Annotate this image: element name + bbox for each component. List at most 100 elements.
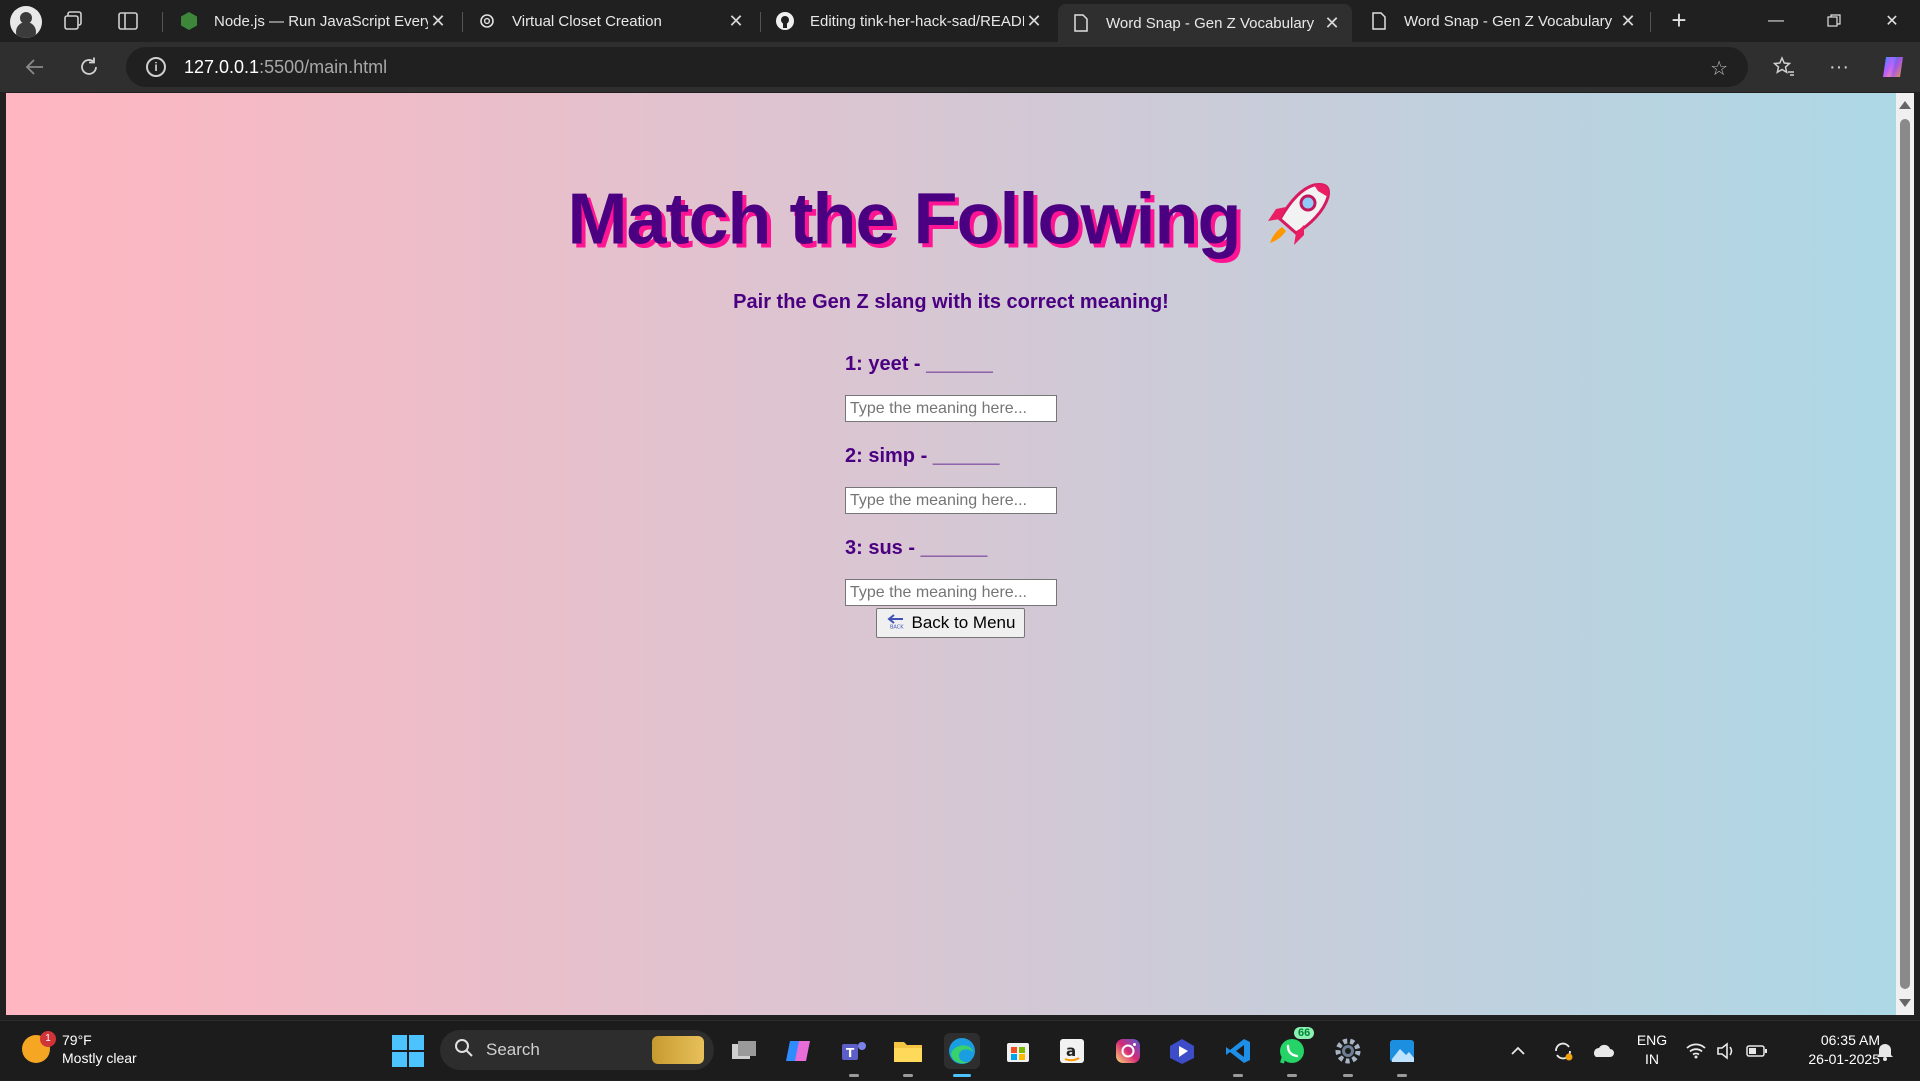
language-indicator[interactable]: ENG IN (1632, 1031, 1672, 1069)
search-icon (454, 1038, 474, 1063)
tab-title: Virtual Closet Creation (512, 12, 662, 30)
region-code: IN (1645, 1051, 1659, 1067)
photos-app-icon[interactable] (1384, 1033, 1420, 1077)
page-icon (1072, 14, 1090, 32)
question-label: 1: yeet - ______ (845, 353, 993, 375)
question-label: 2: simp - ______ (845, 445, 1000, 467)
github-icon (776, 12, 794, 30)
close-icon[interactable]: ✕ (1618, 11, 1638, 32)
windows-start-icon[interactable] (392, 1035, 424, 1067)
page-title: Match the Following (6, 177, 1896, 272)
close-icon[interactable]: ✕ (726, 11, 746, 32)
language-code: ENG (1636, 1032, 1668, 1048)
battery-icon[interactable] (1746, 1021, 1768, 1081)
weather-sun-icon: 1 (22, 1031, 56, 1063)
vscode-icon[interactable] (1220, 1033, 1256, 1077)
tab-title: Word Snap - Gen Z Vocabulary (1106, 14, 1315, 32)
address-bar[interactable]: i 127.0.0.1:5500/main.html ☆ (126, 47, 1748, 87)
tab-github-editing[interactable]: Editing tink-her-hack-sad/READM ✕ (762, 4, 1054, 38)
scroll-up-icon[interactable] (1899, 101, 1911, 109)
task-view-icon[interactable] (726, 1033, 762, 1069)
back-arrow-icon[interactable] (18, 50, 52, 84)
microsoft-store-icon[interactable] (1000, 1033, 1036, 1069)
refresh-icon[interactable] (72, 50, 106, 84)
svg-text:a: a (1066, 1042, 1076, 1060)
rocket-icon (1256, 177, 1334, 272)
new-tab-plus-icon[interactable]: + (1664, 6, 1694, 36)
answer-input-1[interactable] (845, 395, 1057, 422)
edge-browser-icon[interactable] (944, 1033, 980, 1077)
url-host: 127.0.0.1 (184, 56, 260, 77)
more-options-icon[interactable]: ··· (1822, 50, 1856, 84)
page-viewport: Match the Following Pair the Gen Z slang… (6, 93, 1896, 1015)
vertical-tabs-icon[interactable] (116, 9, 140, 33)
volume-icon[interactable] (1716, 1021, 1736, 1081)
tab-separator (760, 12, 761, 32)
instagram-icon[interactable] (1110, 1033, 1146, 1069)
site-info-icon[interactable]: i (146, 57, 166, 77)
question-label: 3: sus - ______ (845, 537, 988, 559)
copilot-icon[interactable] (1876, 50, 1910, 84)
answer-input-2[interactable] (845, 487, 1057, 514)
weather-temperature: 79°F (62, 1032, 92, 1048)
scroll-down-icon[interactable] (1899, 999, 1911, 1007)
tab-virtual-closet[interactable]: Virtual Closet Creation ✕ (464, 4, 756, 38)
search-highlight-image (652, 1036, 704, 1064)
tab-word-snap[interactable]: Word Snap - Gen Z Vocabulary ✕ (1356, 4, 1648, 38)
tab-separator (162, 12, 163, 32)
weather-description: Mostly clear (62, 1050, 137, 1066)
workspaces-icon[interactable] (62, 9, 86, 33)
search-placeholder: Search (486, 1040, 540, 1059)
close-icon[interactable]: ✕ (1322, 13, 1342, 34)
amazon-icon[interactable]: a (1054, 1033, 1090, 1069)
tab-word-snap-active[interactable]: Word Snap - Gen Z Vocabulary ✕ (1058, 4, 1352, 42)
tab-separator (1650, 12, 1651, 32)
whatsapp-icon[interactable]: 66 (1274, 1027, 1315, 1077)
restore-icon[interactable] (1806, 0, 1862, 42)
scrollbar-thumb[interactable] (1900, 119, 1910, 989)
clock-time: 06:35 AM (1820, 1032, 1880, 1048)
question-item: 1: yeet - ______ (845, 353, 1245, 445)
back-arrow-icon: BACK (886, 613, 906, 634)
onedrive-cloud-icon[interactable] (1590, 1021, 1614, 1081)
weather-widget[interactable]: 1 79°F Mostly clear (22, 1031, 137, 1067)
openai-icon (478, 12, 496, 30)
svg-text:BACK: BACK (890, 624, 904, 629)
close-icon[interactable]: ✕ (428, 11, 448, 32)
answer-input-3[interactable] (845, 579, 1057, 606)
question-item: 2: simp - ______ (845, 445, 1245, 537)
page-title-text: Match the Following (567, 179, 1242, 260)
quiz-form: 1: yeet - ______ 2: simp - ______ 3: sus… (845, 353, 1245, 611)
close-window-icon[interactable]: ✕ (1864, 0, 1920, 42)
notification-bell-icon[interactable] (1876, 1021, 1894, 1081)
show-hidden-icons-chevron-icon[interactable] (1510, 1021, 1526, 1081)
whatsapp-badge: 66 (1294, 1027, 1315, 1039)
tab-title: Word Snap - Gen Z Vocabulary (1404, 12, 1613, 30)
back-to-menu-button[interactable]: BACK Back to Menu (876, 608, 1025, 638)
tab-bar: Node.js — Run JavaScript Everyw ✕ Virtua… (0, 0, 1920, 42)
weather-badge: 1 (40, 1031, 56, 1047)
url-text[interactable]: 127.0.0.1:5500/main.html (184, 57, 387, 78)
favorites-icon[interactable] (1767, 50, 1801, 84)
profile-avatar-icon[interactable] (10, 6, 42, 38)
sync-icon[interactable] (1552, 1021, 1574, 1081)
copilot-app-icon[interactable] (780, 1033, 816, 1069)
minimize-icon[interactable]: — (1748, 0, 1804, 42)
page-subtitle: Pair the Gen Z slang with its correct me… (733, 291, 1169, 313)
file-explorer-icon[interactable] (890, 1033, 926, 1077)
node-hex-icon (180, 12, 198, 30)
tab-nodejs[interactable]: Node.js — Run JavaScript Everyw ✕ (166, 4, 458, 38)
favorite-star-icon[interactable]: ☆ (1710, 56, 1728, 81)
vertical-scrollbar[interactable] (1896, 93, 1914, 1015)
settings-gear-icon[interactable] (1330, 1033, 1366, 1077)
close-icon[interactable]: ✕ (1024, 11, 1044, 32)
svg-text:T: T (846, 1046, 855, 1060)
teams-icon[interactable]: T (836, 1033, 872, 1077)
page-icon (1370, 12, 1388, 30)
video-editor-icon[interactable] (1164, 1033, 1200, 1069)
clock[interactable]: 06:35 AM 26-01-2025 (1780, 1031, 1880, 1069)
tab-title: Node.js — Run JavaScript Everyw (214, 12, 428, 30)
taskbar-search[interactable]: Search (440, 1030, 714, 1070)
taskbar: 1 79°F Mostly clear Search T a 66 ENG IN… (0, 1020, 1920, 1080)
wifi-icon[interactable] (1686, 1021, 1706, 1081)
